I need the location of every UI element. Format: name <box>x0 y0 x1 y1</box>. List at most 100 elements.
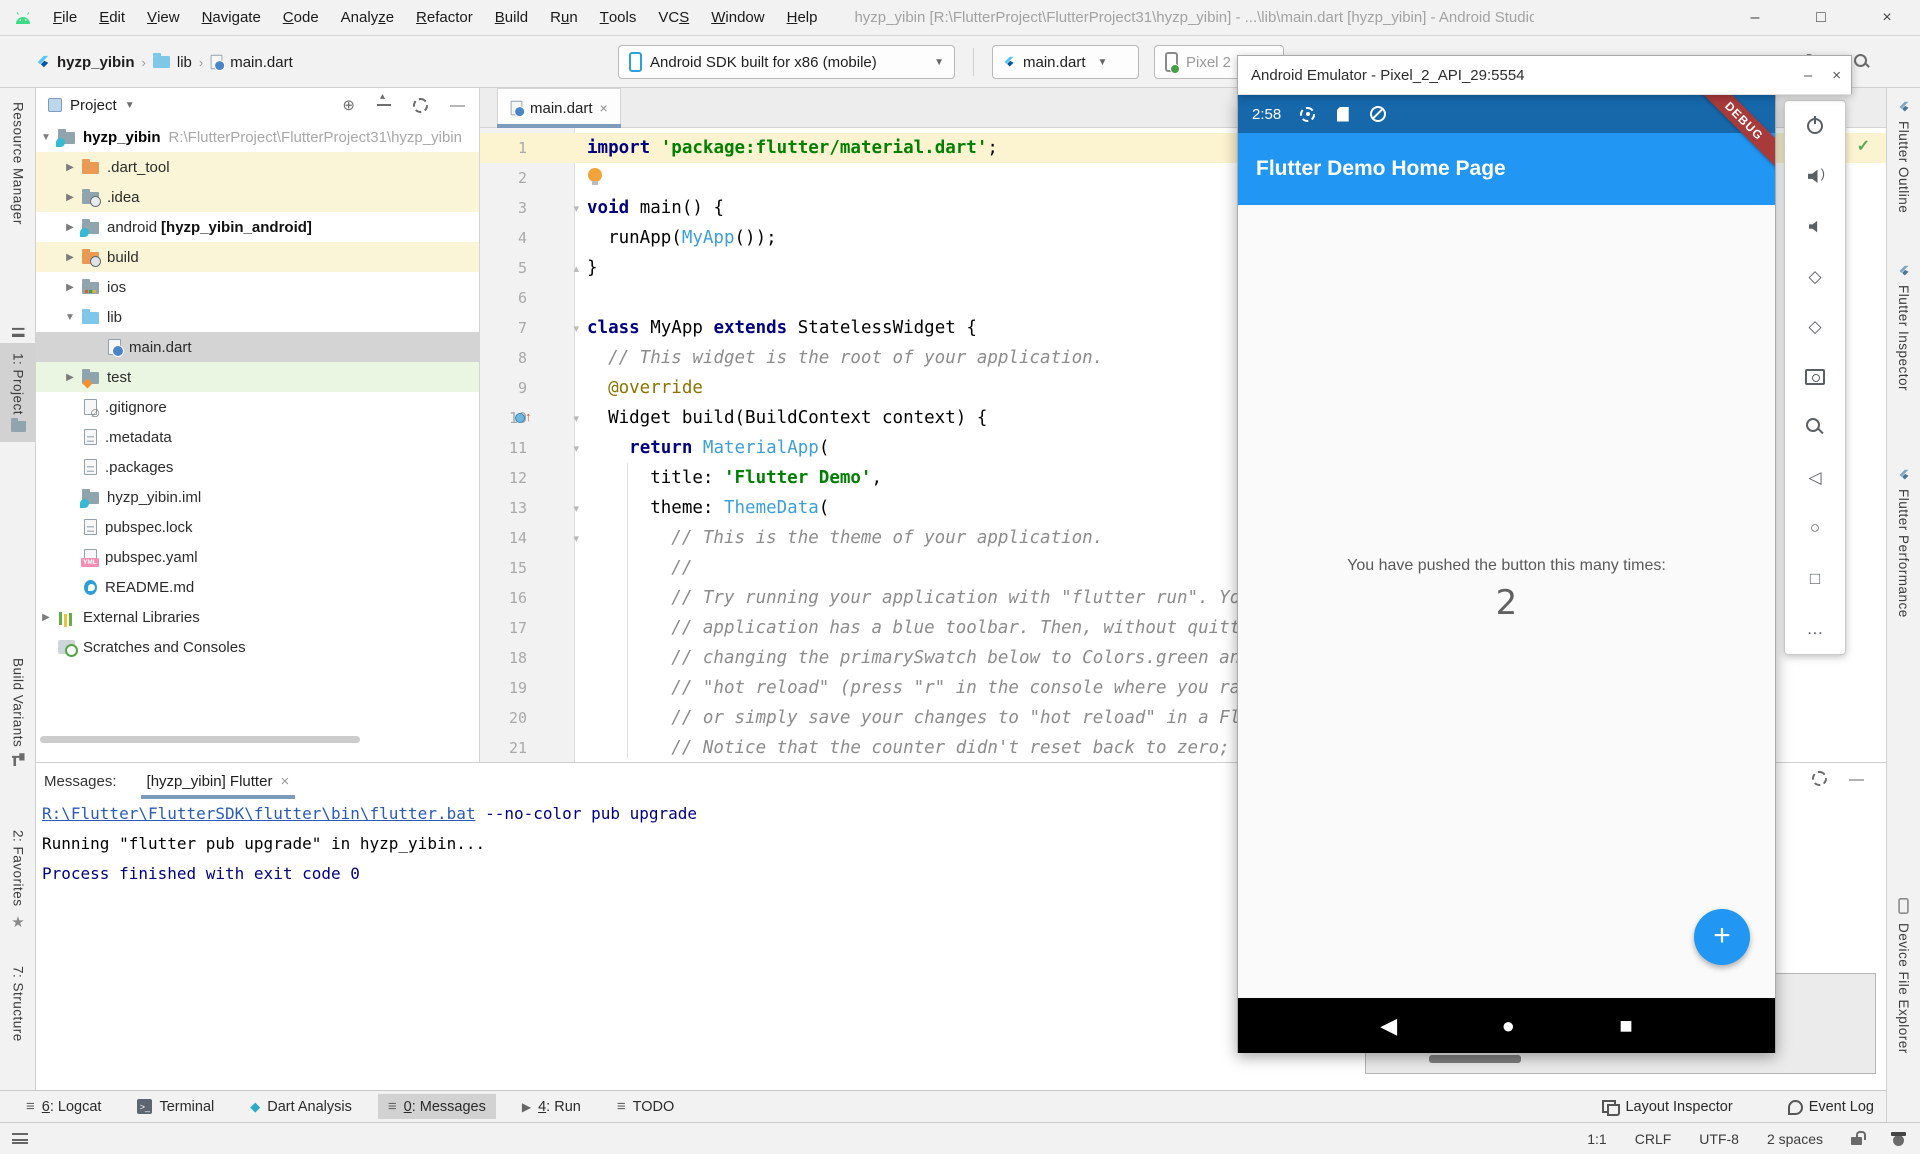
breadcrumb-item[interactable]: hyzp_yibin <box>57 54 135 71</box>
fold-expand-icon[interactable]: ▴ <box>573 262 579 275</box>
more-icon[interactable]: … <box>1804 618 1826 640</box>
locate-icon[interactable]: ⊕ <box>342 96 355 114</box>
tree-collapsed-icon[interactable]: ▶ <box>64 372 76 383</box>
sidebar-item-structure[interactable]: 7: Structure <box>0 966 36 1042</box>
close-button[interactable]: × <box>1854 0 1920 36</box>
menu-item-view[interactable]: View <box>136 0 191 36</box>
tree-row-build[interactable]: ▶build <box>36 242 479 272</box>
menu-item-run[interactable]: Run <box>539 0 589 36</box>
power-icon[interactable] <box>1804 115 1826 137</box>
overview-icon[interactable]: □ <box>1804 568 1826 590</box>
minimize-icon[interactable]: – <box>1804 67 1812 84</box>
rotate-left-icon[interactable]: ◇ <box>1804 266 1826 288</box>
tree-expanded-icon[interactable]: ▼ <box>64 312 76 323</box>
toolwindow-button-event-log[interactable]: Event Log <box>1777 1095 1884 1119</box>
tree-collapsed-icon[interactable]: ▶ <box>64 192 76 203</box>
tree-row-ios[interactable]: ▶ios <box>36 272 479 302</box>
camera-icon[interactable] <box>1804 366 1826 388</box>
inspection-ok-icon[interactable]: ✓ <box>1857 136 1870 156</box>
menu-item-edit[interactable]: Edit <box>88 0 136 36</box>
fold-collapse-icon[interactable]: ▾ <box>573 412 579 425</box>
tree-row--dart-tool[interactable]: ▶.dart_tool <box>36 152 479 182</box>
fold-collapse-icon[interactable]: ▾ <box>573 202 579 215</box>
volume-down-icon[interactable] <box>1804 216 1826 238</box>
tree-row-main-dart[interactable]: main.dart <box>36 332 479 362</box>
tree-row-test[interactable]: ▶test <box>36 362 479 392</box>
tree-row--idea[interactable]: ▶.idea <box>36 182 479 212</box>
tree-row-android[interactable]: ▶android[hyzp_yibin_android] <box>36 212 479 242</box>
tree-row-external-libraries[interactable]: ▶External Libraries <box>36 602 479 632</box>
toolwindow-button-dart-analysis[interactable]: ◆Dart Analysis <box>240 1094 362 1119</box>
recents-icon[interactable]: ■ <box>1619 1013 1632 1039</box>
tree-collapsed-icon[interactable]: ▶ <box>64 222 76 233</box>
close-icon[interactable]: × <box>280 773 289 790</box>
gear-icon[interactable] <box>413 98 428 113</box>
tree-row-scratches-and-consoles[interactable]: Scratches and Consoles <box>36 632 479 662</box>
sidebar-item-flutter-performance[interactable]: Flutter Performance <box>1887 468 1920 618</box>
menu-item-tools[interactable]: Tools <box>589 0 648 36</box>
tree-collapsed-icon[interactable]: ▶ <box>40 612 52 623</box>
sidebar-item-project[interactable]: 1: Project <box>0 343 36 442</box>
emulator-screen[interactable]: 2:58 Flutter Demo Home Page DEBUG You ha… <box>1237 95 1776 1053</box>
tree-collapsed-icon[interactable]: ▶ <box>64 252 76 263</box>
tree-row--packages[interactable]: .packages <box>36 452 479 482</box>
hamburger-icon[interactable] <box>12 1133 28 1144</box>
run-config-dropdown[interactable]: main.dart ▼ <box>992 45 1139 79</box>
tree-row-hyzp-yibin-iml[interactable]: hyzp_yibin.iml <box>36 482 479 512</box>
sidebar-item-favorites[interactable]: 2: Favorites ★ <box>0 830 36 931</box>
toolwindow-button-todo[interactable]: ≡TODO <box>607 1094 684 1119</box>
fold-collapse-icon[interactable]: ▾ <box>573 502 579 515</box>
menu-item-code[interactable]: Code <box>272 0 330 36</box>
breadcrumb-item[interactable]: main.dart <box>230 54 293 71</box>
breadcrumb-item[interactable]: lib <box>177 54 192 71</box>
rotate-right-icon[interactable]: ◇ <box>1804 316 1826 338</box>
file-path-link[interactable]: R:\Flutter\FlutterSDK\flutter\bin\flutte… <box>42 804 475 823</box>
sidebar-item-flutter-inspector[interactable]: Flutter Inspector <box>1887 264 1920 391</box>
unlock-icon[interactable] <box>1851 1131 1863 1146</box>
sidebar-item-flutter-outline[interactable]: Flutter Outline <box>1887 100 1920 213</box>
tree-row-lib[interactable]: ▼lib <box>36 302 479 332</box>
notification-face-icon[interactable] <box>1891 1131 1906 1146</box>
fold-collapse-icon[interactable]: ▾ <box>573 442 579 455</box>
status-encoding[interactable]: UTF-8 <box>1699 1131 1739 1147</box>
menu-item-navigate[interactable]: Navigate <box>191 0 272 36</box>
toolwindow-button-6--logcat[interactable]: ≡6: Logcat <box>16 1094 111 1119</box>
collapse-all-icon[interactable] <box>377 99 391 111</box>
hide-icon[interactable]: — <box>1849 771 1864 788</box>
tree-row-pubspec-lock[interactable]: pubspec.lock <box>36 512 479 542</box>
fab-increment-button[interactable]: + <box>1694 909 1750 965</box>
project-header-label[interactable]: Project <box>70 97 117 114</box>
sidebar-item-resource-manager[interactable]: Resource Manager <box>0 102 36 225</box>
tree-expanded-icon[interactable]: ▼ <box>40 132 52 143</box>
sidebar-item-build-variants[interactable]: Build Variants <box>0 658 36 766</box>
status-line-ending[interactable]: CRLF <box>1635 1131 1672 1147</box>
back-icon[interactable]: ◀ <box>1380 1013 1397 1039</box>
chevron-down-icon[interactable]: ▼ <box>125 100 135 111</box>
toolwindow-button-0--messages[interactable]: ≡0: Messages <box>378 1094 496 1119</box>
sidebar-item-device-file-explorer[interactable]: Device File Explorer <box>1887 896 1920 1054</box>
lightbulb-icon[interactable] <box>588 168 602 182</box>
toolwindow-button-layout-inspector[interactable]: Layout Inspector <box>1592 1095 1742 1119</box>
fold-collapse-icon[interactable]: ▾ <box>573 322 579 335</box>
back-icon[interactable]: ◁ <box>1804 467 1826 489</box>
toolwindow-button-4--run[interactable]: ▶4: Run <box>512 1094 591 1119</box>
tab-flutter-messages[interactable]: [hyzp_yibin] Flutter × <box>141 763 296 799</box>
fold-collapse-icon[interactable]: ▾ <box>573 532 579 545</box>
horizontal-scrollbar[interactable] <box>40 736 360 743</box>
tree-collapsed-icon[interactable]: ▶ <box>64 162 76 173</box>
menu-item-refactor[interactable]: Refactor <box>405 0 484 36</box>
tree-row-hyzp-yibin[interactable]: ▼hyzp_yibinR:\FlutterProject\FlutterProj… <box>36 122 479 152</box>
close-icon[interactable]: × <box>1832 67 1841 84</box>
menu-item-help[interactable]: Help <box>776 0 829 36</box>
gear-icon[interactable] <box>1812 771 1827 788</box>
maximize-button[interactable]: □ <box>1788 0 1854 36</box>
zoom-icon[interactable] <box>1804 417 1826 439</box>
tree-row--metadata[interactable]: .metadata <box>36 422 479 452</box>
menu-item-vcs[interactable]: VCS <box>647 0 700 36</box>
override-marker-icon[interactable]: ↑ <box>515 410 532 427</box>
menu-item-file[interactable]: File <box>42 0 88 36</box>
home-icon[interactable]: ○ <box>1804 517 1826 539</box>
home-icon[interactable]: ● <box>1502 1013 1515 1039</box>
status-indent[interactable]: 2 spaces <box>1767 1131 1823 1147</box>
close-icon[interactable]: × <box>600 100 608 116</box>
